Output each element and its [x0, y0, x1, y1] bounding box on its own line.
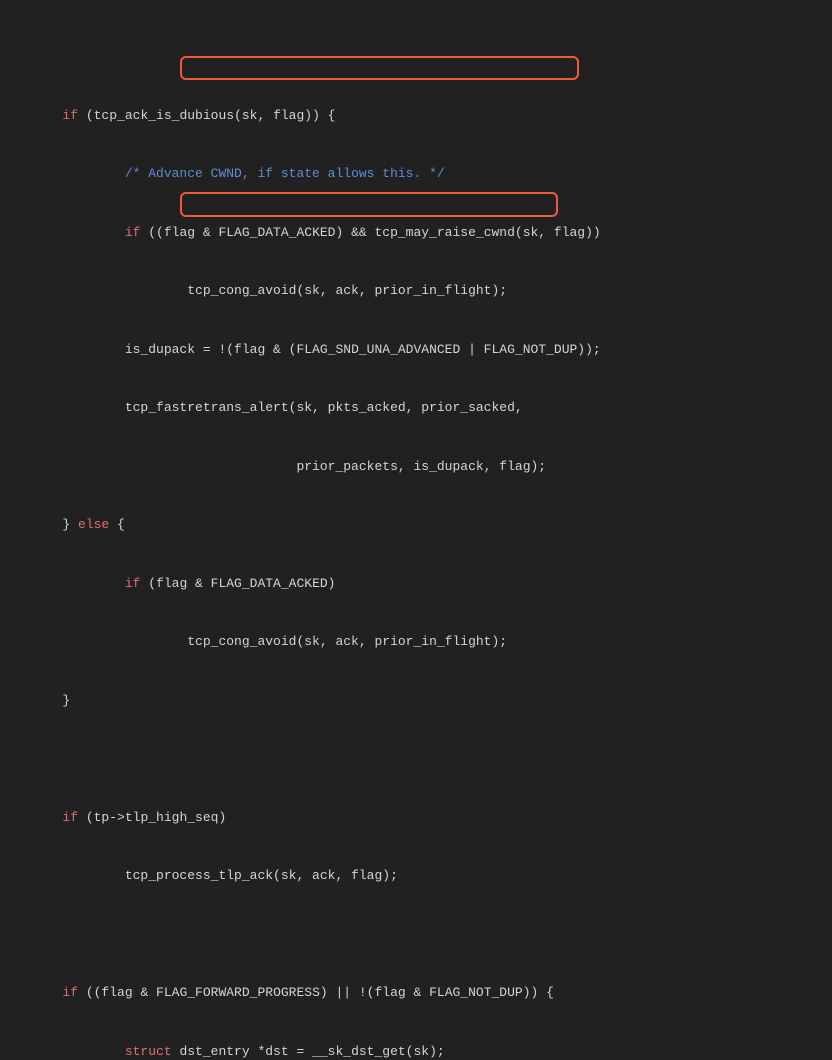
highlight-box-1	[180, 56, 579, 80]
keyword: if	[125, 576, 141, 591]
code-line: if (tcp_ack_is_dubious(sk, flag)) {	[0, 106, 832, 126]
indent	[0, 283, 187, 298]
indent	[0, 459, 296, 474]
indent	[0, 225, 125, 240]
code-text: prior_packets, is_dupack, flag);	[296, 459, 546, 474]
code-line: tcp_fastretrans_alert(sk, pkts_acked, pr…	[0, 398, 832, 418]
code-text: tcp_cong_avoid(sk, ack, prior_in_flight)…	[187, 634, 507, 649]
code-text: tcp_fastretrans_alert(sk, pkts_acked, pr…	[125, 400, 523, 415]
code-line: prior_packets, is_dupack, flag);	[0, 457, 832, 477]
code-line: struct dst_entry *dst = __sk_dst_get(sk)…	[0, 1042, 832, 1060]
code-line: if (tp->tlp_high_seq)	[0, 808, 832, 828]
indent	[0, 400, 125, 415]
code-line: if (flag & FLAG_DATA_ACKED)	[0, 574, 832, 594]
keyword: if	[62, 985, 78, 1000]
indent	[0, 576, 125, 591]
code-line: tcp_cong_avoid(sk, ack, prior_in_flight)…	[0, 632, 832, 652]
indent	[0, 985, 62, 1000]
type-keyword: struct	[125, 1044, 172, 1059]
code-text: ((flag & FLAG_DATA_ACKED) && tcp_may_rai…	[140, 225, 600, 240]
code-text: tcp_process_tlp_ack(sk, ack, flag);	[125, 868, 398, 883]
code-block: if (tcp_ack_is_dubious(sk, flag)) { /* A…	[0, 8, 832, 1060]
code-line: tcp_cong_avoid(sk, ack, prior_in_flight)…	[0, 281, 832, 301]
code-line: } else {	[0, 515, 832, 535]
code-line: if ((flag & FLAG_DATA_ACKED) && tcp_may_…	[0, 223, 832, 243]
indent	[0, 693, 62, 708]
code-text: }	[62, 693, 70, 708]
indent	[0, 1044, 125, 1059]
code-line	[0, 925, 832, 945]
indent	[0, 810, 62, 825]
code-line	[0, 749, 832, 769]
code-line: /* Advance CWND, if state allows this. *…	[0, 164, 832, 184]
code-text: (tcp_ack_is_dubious(sk, flag)) {	[78, 108, 335, 123]
code-text: ((flag & FLAG_FORWARD_PROGRESS) || !(fla…	[78, 985, 554, 1000]
indent	[0, 634, 187, 649]
indent	[0, 868, 125, 883]
code-line: is_dupack = !(flag & (FLAG_SND_UNA_ADVAN…	[0, 340, 832, 360]
code-text: dst_entry *dst = __sk_dst_get(sk);	[172, 1044, 445, 1059]
indent	[0, 108, 62, 123]
keyword: if	[125, 225, 141, 240]
code-line: if ((flag & FLAG_FORWARD_PROGRESS) || !(…	[0, 983, 832, 1003]
code-text: (flag & FLAG_DATA_ACKED)	[140, 576, 335, 591]
code-text: tcp_cong_avoid(sk, ack, prior_in_flight)…	[187, 283, 507, 298]
code-text: is_dupack = !(flag & (FLAG_SND_UNA_ADVAN…	[125, 342, 601, 357]
indent	[0, 342, 125, 357]
code-line: }	[0, 691, 832, 711]
code-text: (tp->tlp_high_seq)	[78, 810, 226, 825]
indent	[0, 166, 125, 181]
keyword: if	[62, 810, 78, 825]
keyword: if	[62, 108, 78, 123]
code-line: tcp_process_tlp_ack(sk, ack, flag);	[0, 866, 832, 886]
highlight-box-2	[180, 192, 558, 217]
comment: /* Advance CWND, if state allows this. *…	[125, 166, 445, 181]
